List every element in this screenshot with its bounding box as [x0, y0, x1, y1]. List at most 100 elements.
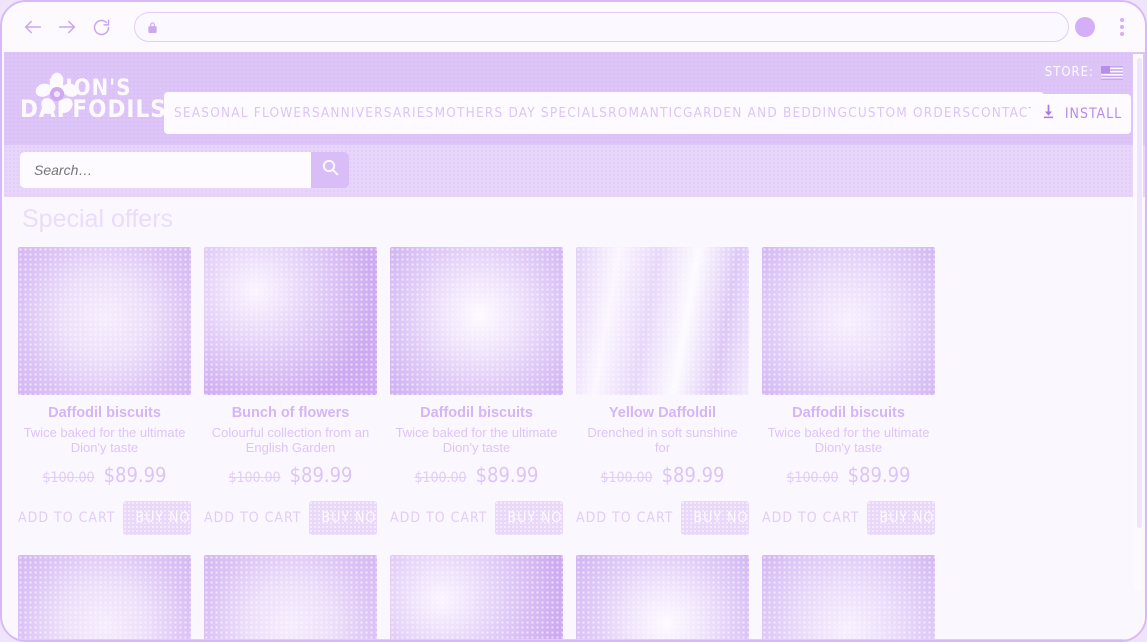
product-title: Bunch of flowers [231, 405, 350, 421]
nav-item-anniversaries[interactable]: ANNIVERSARIES [321, 105, 435, 121]
back-icon[interactable] [16, 10, 50, 44]
product-prices: $100.00 $89.99 [576, 463, 749, 487]
site-logo[interactable]: DION'S DAFFODILS. [20, 60, 175, 140]
search-bar-region [4, 145, 1145, 197]
daffodil-flower-icon [34, 72, 80, 123]
product-image[interactable] [390, 247, 563, 395]
product-image[interactable] [18, 247, 191, 395]
page-title: Special offers [22, 205, 174, 233]
product-old-price: $100.00 [600, 470, 653, 486]
product-price: $89.99 [103, 463, 167, 487]
product-price: $89.99 [661, 463, 725, 487]
site-header: DION'S DAFFODILS. SEASONAL FLOWERS ANNIV… [4, 52, 1145, 145]
install-button[interactable]: INSTALL [1031, 94, 1131, 134]
page-viewport: DION'S DAFFODILS. SEASONAL FLOWERS ANNIV… [4, 52, 1145, 640]
product-price: $89.99 [475, 463, 539, 487]
product-description: Colourful collection from an English Gar… [211, 425, 370, 455]
product-actions: ADD TO CART BUY NOW [18, 501, 191, 535]
product-price: $89.99 [289, 463, 353, 487]
browser-window: DION'S DAFFODILS. SEASONAL FLOWERS ANNIV… [0, 0, 1147, 642]
product-actions: ADD TO CART BUY NOW [576, 501, 749, 535]
forward-icon[interactable] [50, 10, 84, 44]
buy-now-button[interactable]: BUY NOW [123, 501, 191, 535]
product-title: Daffodil biscuits [420, 405, 533, 421]
product-image[interactable] [204, 555, 377, 640]
content-area: Special offers Daffodil biscuits Twice b… [4, 197, 1145, 640]
search-form [20, 152, 349, 188]
lock-icon [147, 21, 158, 34]
product-old-price: $100.00 [228, 470, 281, 486]
store-selector[interactable]: STORE: [1036, 62, 1131, 83]
product-prices: $100.00 $89.99 [762, 463, 935, 487]
buy-now-label: BUY NOW [507, 510, 563, 526]
add-to-cart-button[interactable]: ADD TO CART [390, 510, 487, 526]
install-label: INSTALL [1064, 106, 1123, 122]
product-card[interactable]: Yellow Daffoldil Drenched in soft sunshi… [576, 247, 749, 535]
reload-icon[interactable] [84, 10, 118, 44]
product-actions: ADD TO CART BUY NOW [204, 501, 377, 535]
product-card[interactable] [390, 555, 563, 640]
browser-toolbar [2, 2, 1145, 52]
buy-now-button[interactable]: BUY NOW [681, 501, 749, 535]
page-divider [6, 639, 1143, 640]
product-old-price: $100.00 [786, 470, 839, 486]
product-card[interactable] [204, 555, 377, 640]
product-image[interactable] [204, 247, 377, 395]
product-card[interactable]: Bunch of flowers Colourful collection fr… [204, 247, 377, 535]
buy-now-label: BUY NOW [135, 510, 191, 526]
add-to-cart-button[interactable]: ADD TO CART [18, 510, 115, 526]
buy-now-button[interactable]: BUY NOW [309, 501, 377, 535]
store-label: STORE: [1044, 65, 1094, 80]
product-description: Twice baked for the ultimate Dion'y tast… [395, 425, 558, 455]
search-button[interactable] [311, 152, 349, 188]
nav-item-romantic[interactable]: ROMANTIC [608, 105, 683, 121]
product-description: Drenched in soft sunshine for [587, 425, 738, 455]
product-prices: $100.00 $89.99 [18, 463, 191, 487]
address-bar[interactable] [134, 12, 1069, 42]
scrollbar-thumb[interactable] [1137, 58, 1142, 528]
us-flag-icon [1101, 65, 1123, 80]
product-title: Daffodil biscuits [792, 405, 905, 421]
product-card[interactable] [762, 555, 935, 640]
download-icon [1040, 103, 1057, 125]
kebab-menu-icon[interactable] [1113, 15, 1131, 39]
product-title: Yellow Daffoldil [608, 405, 717, 421]
product-image[interactable] [390, 555, 563, 640]
product-image[interactable] [576, 555, 749, 640]
product-old-price: $100.00 [42, 470, 95, 486]
profile-avatar[interactable] [1075, 17, 1095, 37]
buy-now-label: BUY NOW [879, 510, 935, 526]
product-image[interactable] [762, 555, 935, 640]
nav-item-custom-orders[interactable]: CUSTOM ORDERS [848, 105, 971, 121]
product-grid: Daffodil biscuits Twice baked for the ul… [4, 247, 1128, 640]
product-image[interactable] [576, 247, 749, 395]
product-card[interactable] [576, 555, 749, 640]
buy-now-button[interactable]: BUY NOW [867, 501, 935, 535]
buy-now-button[interactable]: BUY NOW [495, 501, 563, 535]
product-card[interactable]: Daffodil biscuits Twice baked for the ul… [18, 247, 191, 535]
product-card[interactable]: Daffodil biscuits Twice baked for the ul… [762, 247, 935, 535]
nav-item-seasonal-flowers[interactable]: SEASONAL FLOWERS [174, 105, 321, 121]
product-actions: ADD TO CART BUY NOW [762, 501, 935, 535]
product-price: $89.99 [847, 463, 911, 487]
nav-item-mothers-day-specials[interactable]: MOTHERS DAY SPECIALS [435, 105, 608, 121]
buy-now-label: BUY NOW [693, 510, 749, 526]
search-input[interactable] [20, 152, 311, 188]
add-to-cart-button[interactable]: ADD TO CART [204, 510, 301, 526]
nav-item-contact[interactable]: CONTACT [971, 105, 1037, 121]
add-to-cart-button[interactable]: ADD TO CART [576, 510, 673, 526]
product-prices: $100.00 $89.99 [204, 463, 377, 487]
product-image[interactable] [762, 247, 935, 395]
product-description: Twice baked for the ultimate Dion'y tast… [767, 425, 930, 455]
product-description: Twice baked for the ultimate Dion'y tast… [23, 425, 186, 455]
add-to-cart-button[interactable]: ADD TO CART [762, 510, 859, 526]
product-prices: $100.00 $89.99 [390, 463, 563, 487]
main-nav: SEASONAL FLOWERS ANNIVERSARIES MOTHERS D… [164, 92, 1044, 134]
product-title: Daffodil biscuits [48, 405, 161, 421]
product-card[interactable]: Daffodil biscuits Twice baked for the ul… [18, 555, 191, 640]
product-actions: ADD TO CART BUY NOW [390, 501, 563, 535]
nav-item-garden-and-bedding[interactable]: GARDEN AND BEDDING [683, 105, 848, 121]
product-image[interactable] [18, 555, 191, 640]
buy-now-label: BUY NOW [321, 510, 377, 526]
product-card[interactable]: Daffodil biscuits Twice baked for the ul… [390, 247, 563, 535]
